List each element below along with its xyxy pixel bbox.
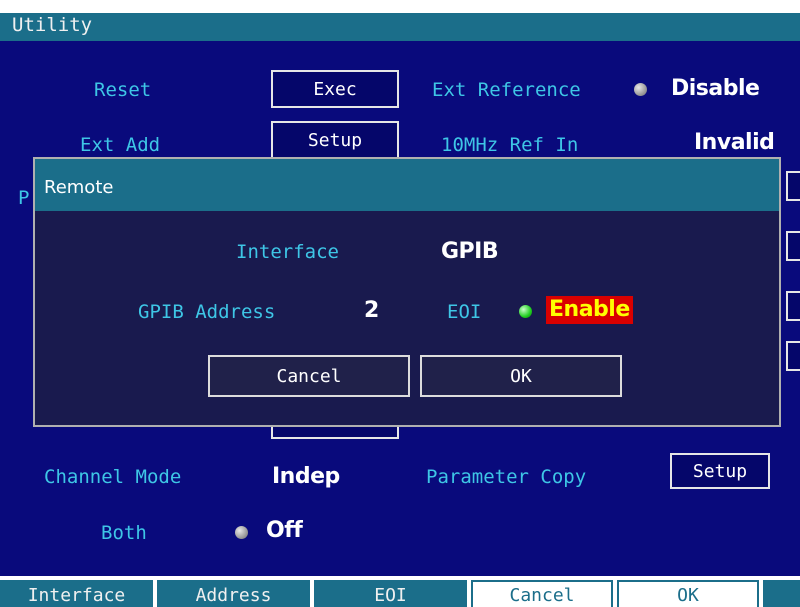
ext-reference-value[interactable]: Disable	[671, 76, 760, 101]
title-bar: Utility	[0, 13, 800, 41]
reset-exec-button[interactable]: Exec	[271, 70, 399, 108]
window-title: Utility	[12, 14, 93, 36]
both-label: Both	[101, 522, 147, 544]
ext-add-label: Ext Add	[80, 134, 161, 156]
hidden-row-letter: P	[18, 187, 30, 209]
reset-label: Reset	[94, 79, 152, 101]
softkey-cancel[interactable]: Cancel	[471, 580, 613, 607]
ref-in-label: 10MHz Ref In	[441, 134, 579, 156]
eoi-label: EOI	[447, 301, 482, 323]
gpib-address-value[interactable]: 2	[364, 298, 379, 323]
instrument-screen: Utility Reset Exec Ext Reference Disable…	[0, 0, 800, 607]
right-edge-button-4[interactable]	[786, 341, 800, 371]
right-edge-button-1[interactable]	[786, 171, 800, 201]
interface-value[interactable]: GPIB	[441, 239, 499, 264]
softkey-blank	[763, 580, 800, 607]
both-value[interactable]: Off	[266, 518, 303, 543]
softkey-address[interactable]: Address	[157, 580, 310, 607]
eoi-value[interactable]: Enable	[546, 296, 633, 324]
dialog-title: Remote	[44, 177, 114, 198]
ext-reference-label: Ext Reference	[432, 79, 581, 101]
dialog-cancel-button[interactable]: Cancel	[208, 355, 410, 397]
both-indicator-icon	[235, 526, 248, 539]
softkey-ok[interactable]: OK	[617, 580, 759, 607]
right-edge-button-2[interactable]	[786, 231, 800, 261]
parameter-copy-setup-button[interactable]: Setup	[670, 453, 770, 489]
dialog-title-bar: Remote	[35, 159, 779, 211]
remote-dialog: Remote Interface GPIB GPIB Address 2 EOI…	[33, 157, 781, 427]
ref-in-value: Invalid	[694, 130, 775, 155]
right-edge-button-3[interactable]	[786, 291, 800, 321]
softkey-bar: Interface Address EOI Cancel OK	[0, 576, 800, 607]
gpib-address-label: GPIB Address	[138, 301, 276, 323]
softkey-interface[interactable]: Interface	[0, 580, 153, 607]
ext-reference-indicator-icon	[634, 83, 647, 96]
channel-mode-label: Channel Mode	[44, 466, 182, 488]
softkey-eoi[interactable]: EOI	[314, 580, 467, 607]
dialog-body: Interface GPIB GPIB Address 2 EOI Enable…	[35, 211, 779, 425]
dialog-ok-button[interactable]: OK	[420, 355, 622, 397]
eoi-indicator-icon	[519, 305, 532, 318]
channel-mode-value[interactable]: Indep	[272, 464, 340, 489]
ext-add-setup-button[interactable]: Setup	[271, 121, 399, 159]
parameter-copy-label: Parameter Copy	[426, 466, 587, 488]
interface-label: Interface	[236, 241, 339, 263]
